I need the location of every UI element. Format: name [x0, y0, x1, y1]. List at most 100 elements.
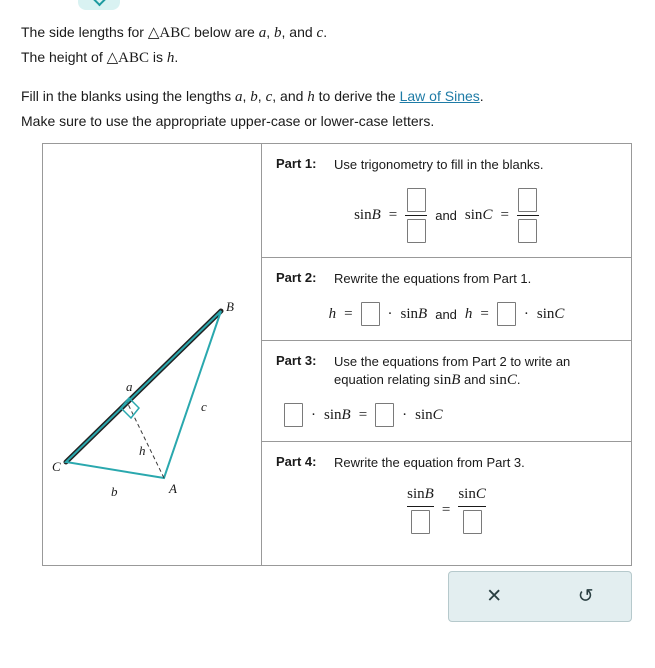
answer-blank-3a[interactable] [284, 403, 303, 427]
sin-label: sin [324, 406, 342, 423]
var-h: h [328, 305, 337, 322]
triangle-abc: △ABC [106, 50, 150, 66]
answer-blank-1c[interactable] [518, 188, 538, 212]
sin-b-left: sinB [354, 207, 381, 224]
part-4-label: Part 4: [276, 454, 317, 469]
part-4-head: Part 4: Rewrite the equation from Part 3… [276, 454, 617, 472]
numerator-sin-b: sin B [407, 486, 434, 503]
fraction-left: sin B [407, 486, 434, 534]
intro-text: . [479, 88, 484, 104]
conjunction-and: and [435, 208, 457, 223]
multiplication-dot: · [387, 305, 393, 322]
triangle-figure: B C A a b c h [43, 144, 262, 565]
answer-blank-1d[interactable] [518, 219, 538, 243]
multiplication-dot: · [523, 305, 529, 322]
denominator [518, 219, 538, 243]
intro-line-4: Make sure to use the appropriate upper-c… [21, 113, 435, 129]
intro-text: , and [272, 88, 308, 104]
angle-c: C [482, 207, 493, 223]
sin-label: sin [407, 486, 425, 502]
height-dashed-line [126, 401, 165, 479]
fraction-bar [516, 215, 539, 216]
undo-button[interactable]: ↺ [541, 572, 632, 621]
numerator-sin-c: sin C [458, 486, 486, 503]
answer-blank-2b[interactable] [496, 302, 516, 326]
fraction-1 [405, 188, 428, 243]
angle-b: B [341, 406, 351, 423]
part-1-text: Use trigonometry to fill in the blanks. [334, 157, 544, 172]
part-3-head: Part 3: Use the equations from Part 2 to… [276, 353, 617, 389]
part-1-head: Part 1: Use trigonometry to fill in the … [276, 156, 617, 174]
part-3-text-line2: equation relating sinB and sinC. [334, 371, 570, 389]
answer-blank-4a[interactable] [411, 510, 430, 534]
fraction-right: sin C [458, 486, 486, 534]
problem-panel: B C A a b c h Part 1: Use trigonometry t… [42, 143, 632, 566]
intro-text: , and [281, 24, 317, 40]
answer-blank-4b[interactable] [462, 510, 482, 534]
equals-sign: = [358, 406, 368, 423]
intro-text: . [323, 24, 328, 40]
close-icon: ✕ [486, 586, 503, 607]
intro-text: is [149, 49, 167, 65]
sin-label: sin [464, 207, 483, 223]
fraction-bar [458, 506, 486, 507]
part-2-head: Part 2: Rewrite the equations from Part … [276, 270, 617, 288]
part-4-text: Rewrite the equation from Part 3. [334, 455, 525, 470]
triangle-abc: △ABC [147, 25, 191, 41]
numerator [518, 188, 538, 212]
part-3-text: and [460, 372, 490, 387]
equals-sign: = [441, 501, 451, 518]
angle-b: B [371, 207, 381, 223]
numerator [406, 188, 426, 212]
part-3-label: Part 3: [276, 353, 317, 368]
chevron-down-icon [91, 0, 107, 7]
fraction-2 [516, 188, 539, 243]
sin-label: sin [433, 372, 452, 388]
label-vertex-B: B [226, 299, 234, 314]
part-4-row: Part 4: Rewrite the equation from Part 3… [262, 442, 631, 548]
part-3-text: Use the equations from Part 2 to write a… [334, 353, 570, 389]
sin-c: sinC [415, 407, 443, 424]
label-height-h: h [139, 443, 146, 458]
denominator [411, 510, 430, 534]
part-3-text: equation relating [334, 372, 434, 387]
var-h: h [307, 89, 315, 105]
problem-statement: The side lengths for △ABC below are a, b… [21, 20, 631, 133]
sin-c-right: sinC [465, 207, 493, 224]
collapse-notch[interactable] [78, 0, 120, 10]
angle-c: C [554, 305, 565, 322]
answer-blank-1b[interactable] [406, 219, 426, 243]
part-3-equation: · sinB = · sinC [284, 403, 617, 427]
sin-label: sin [458, 486, 476, 502]
sin-c: sinC [489, 372, 517, 388]
intro-text: , [266, 24, 275, 40]
label-side-c: c [201, 399, 207, 414]
answer-blank-1a[interactable] [406, 188, 426, 212]
law-of-sines-link[interactable]: Law of Sines [400, 88, 480, 104]
var-b: b [250, 89, 258, 105]
var-h: h [464, 305, 473, 322]
clear-button[interactable]: ✕ [449, 572, 540, 621]
intro-text: . [174, 49, 179, 65]
label-vertex-A: A [168, 481, 177, 496]
sin-label: sin [415, 406, 433, 423]
label-side-b: b [111, 484, 118, 499]
angle-b: B [424, 486, 434, 502]
intro-line-2: The height of △ABC is h. [21, 45, 631, 70]
denominator [406, 219, 426, 243]
answer-blank-3b[interactable] [375, 403, 395, 427]
equals-sign: = [500, 207, 509, 223]
intro-line-1: The side lengths for △ABC below are a, b… [21, 20, 631, 45]
conjunction-and: and [435, 306, 457, 322]
sin-label: sin [400, 305, 419, 322]
part-1-label: Part 1: [276, 156, 317, 171]
var-a: a [235, 89, 243, 105]
part-4-equation: sin B = sin C [276, 486, 617, 534]
sin-b: sinB [434, 372, 461, 388]
part-2-label: Part 2: [276, 270, 317, 285]
angle-b: B [418, 305, 428, 322]
var-b: b [274, 25, 282, 41]
answer-blank-2a[interactable] [360, 302, 380, 326]
equals-sign: = [388, 207, 398, 223]
